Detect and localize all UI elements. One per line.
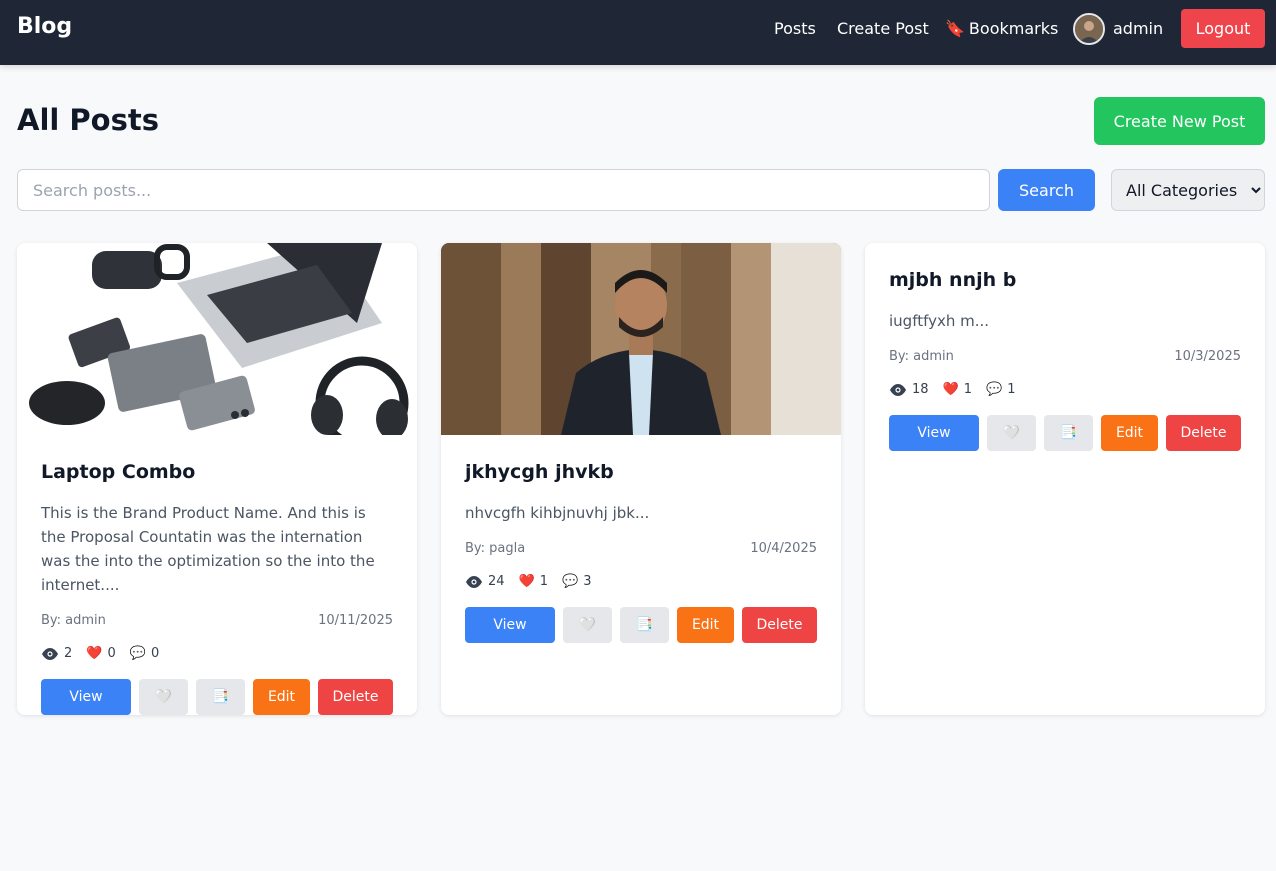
post-date: 10/4/2025: [750, 541, 817, 556]
bookmark-icon: 🔖: [945, 19, 965, 38]
post-actions: View 🤍 📑 Edit Delete: [465, 607, 817, 643]
post-card: Laptop Combo This is the Brand Product N…: [17, 243, 417, 715]
nav-link-bookmarks[interactable]: 🔖 Bookmarks: [945, 19, 1058, 38]
post-stats: 24 ❤️ 1 💬 3: [465, 574, 817, 589]
post-actions: View 🤍 📑 Edit Delete: [889, 415, 1241, 451]
like-button[interactable]: 🤍: [987, 415, 1036, 451]
post-author: By: admin: [41, 613, 106, 628]
post-author: By: admin: [889, 349, 954, 364]
edit-button[interactable]: Edit: [1101, 415, 1158, 451]
post-image: [17, 243, 417, 435]
edit-button[interactable]: Edit: [253, 679, 310, 715]
likes-stat: ❤️ 1: [943, 382, 972, 397]
post-excerpt: iugftfyxh m...: [889, 312, 990, 330]
avatar[interactable]: [1073, 13, 1105, 45]
post-title[interactable]: mjbh nnjh b: [889, 269, 1241, 291]
brand-logo[interactable]: Blog: [17, 14, 72, 39]
delete-button[interactable]: Delete: [318, 679, 393, 715]
likes-stat: ❤️ 1: [519, 574, 548, 589]
create-new-post-button[interactable]: Create New Post: [1094, 97, 1265, 145]
heart-icon: ❤️: [942, 382, 959, 397]
comments-count: 0: [150, 646, 160, 661]
post-date: 10/11/2025: [318, 613, 393, 628]
post-title[interactable]: jkhycgh jhvkb: [465, 461, 817, 483]
likes-count: 1: [963, 382, 973, 397]
likes-count: 1: [539, 574, 549, 589]
bookmark-button[interactable]: 📑: [196, 679, 245, 715]
post-stats: 2 ❤️ 0 💬 0: [41, 646, 393, 661]
view-button[interactable]: View: [41, 679, 131, 715]
eye-icon: [466, 575, 482, 588]
post-author: By: pagla: [465, 541, 526, 556]
comment-icon: 💬: [129, 646, 146, 661]
like-button[interactable]: 🤍: [139, 679, 188, 715]
likes-stat: ❤️ 0: [86, 646, 115, 661]
user-name[interactable]: admin: [1113, 19, 1163, 38]
gadgets-image: [17, 243, 417, 435]
post-date: 10/3/2025: [1174, 349, 1241, 364]
search-input[interactable]: [17, 169, 990, 211]
views-count: 24: [488, 574, 505, 589]
post-image: [441, 243, 841, 435]
post-meta: By: pagla 10/4/2025: [465, 541, 817, 556]
nav-link-bookmarks-label: Bookmarks: [968, 19, 1059, 38]
delete-button[interactable]: Delete: [742, 607, 817, 643]
post-meta: By: admin 10/11/2025: [41, 613, 393, 628]
nav-link-create-post[interactable]: Create Post: [837, 19, 929, 38]
post-stats: 18 ❤️ 1 💬 1: [889, 382, 1241, 397]
views-stat: 2: [41, 646, 72, 661]
views-stat: 18: [889, 382, 929, 397]
comment-icon: 💬: [986, 382, 1003, 397]
page-title: All Posts: [17, 103, 159, 137]
navbar: Blog Posts Create Post 🔖 Bookmarks admin …: [0, 0, 1276, 65]
eye-icon: [42, 647, 58, 660]
post-card: jkhycgh jhvkb nhvcgfh kihbjnuvhj jbk... …: [441, 243, 841, 715]
post-card: mjbh nnjh b iugftfyxh m... By: admin 10/…: [865, 243, 1265, 715]
views-stat: 24: [465, 574, 505, 589]
heart-icon: ❤️: [86, 646, 103, 661]
post-excerpt: This is the Brand Product Name. And this…: [41, 504, 375, 594]
eye-icon: [890, 383, 906, 396]
delete-button[interactable]: Delete: [1166, 415, 1241, 451]
view-button[interactable]: View: [889, 415, 979, 451]
post-title[interactable]: Laptop Combo: [41, 461, 393, 483]
search-button[interactable]: Search: [998, 169, 1095, 211]
comments-stat: 💬 3: [562, 574, 591, 589]
like-button[interactable]: 🤍: [563, 607, 612, 643]
likes-count: 0: [107, 646, 116, 661]
nav-link-posts[interactable]: Posts: [774, 19, 816, 38]
category-select[interactable]: All Categories: [1111, 169, 1265, 211]
post-actions: View 🤍 📑 Edit Delete: [41, 679, 393, 715]
logout-button[interactable]: Logout: [1181, 9, 1265, 48]
comments-count: 1: [1007, 382, 1016, 397]
comments-count: 3: [583, 574, 592, 589]
views-count: 2: [64, 646, 73, 661]
comments-stat: 💬 1: [986, 382, 1015, 397]
comment-icon: 💬: [562, 574, 579, 589]
heart-icon: ❤️: [518, 574, 535, 589]
avatar-image: [1075, 15, 1103, 43]
post-meta: By: admin 10/3/2025: [889, 349, 1241, 364]
bookmark-button[interactable]: 📑: [620, 607, 669, 643]
comments-stat: 💬 0: [130, 646, 159, 661]
view-button[interactable]: View: [465, 607, 555, 643]
bookmark-button[interactable]: 📑: [1044, 415, 1093, 451]
views-count: 18: [912, 382, 929, 397]
edit-button[interactable]: Edit: [677, 607, 734, 643]
portrait-image: [441, 243, 841, 435]
post-excerpt: nhvcgfh kihbjnuvhj jbk...: [465, 504, 650, 522]
